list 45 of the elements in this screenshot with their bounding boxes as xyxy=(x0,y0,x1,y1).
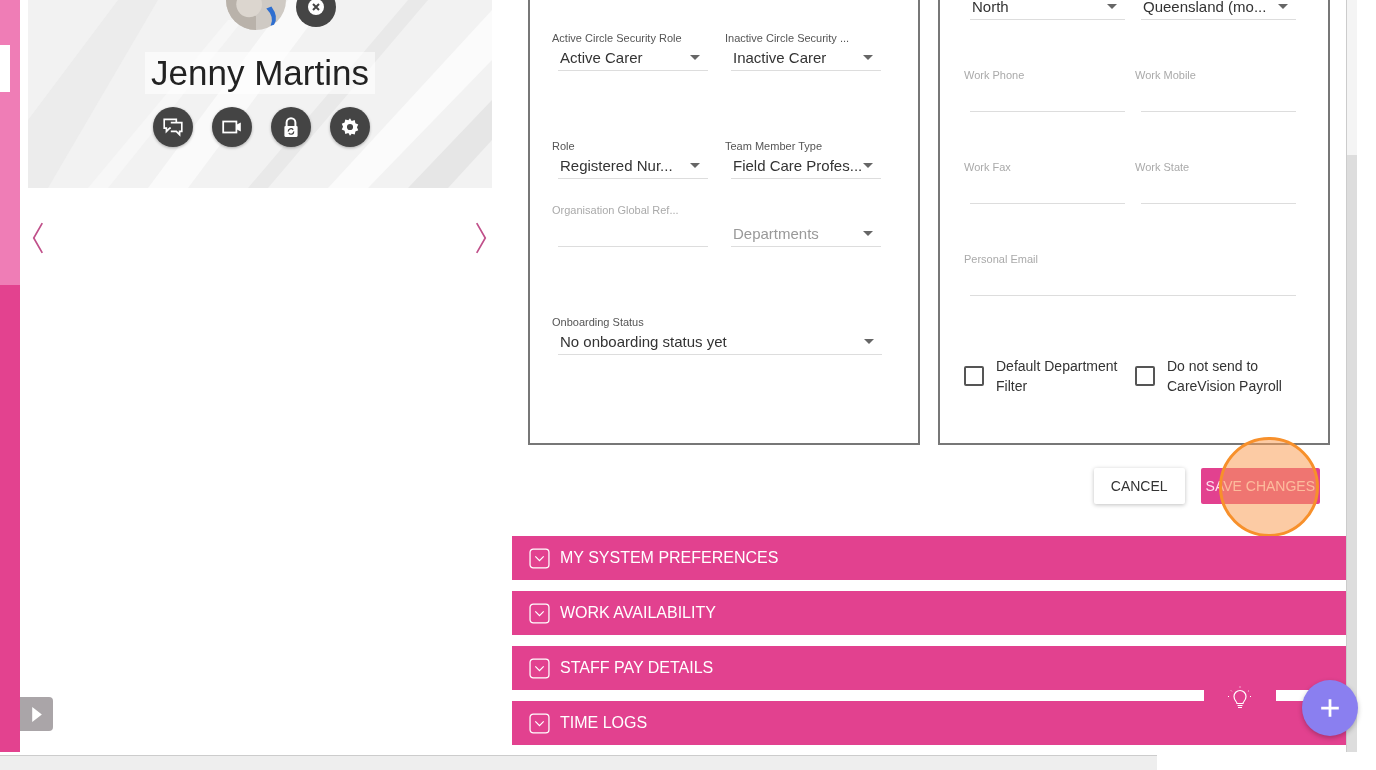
field-label: Active Circle Security Role xyxy=(552,31,683,45)
scrollbar[interactable] xyxy=(1346,0,1357,752)
field-label: Team Member Type xyxy=(725,139,823,153)
caret-icon xyxy=(863,55,873,60)
plus-icon xyxy=(1319,697,1341,719)
section-header[interactable]: WORK AVAILABILITY xyxy=(512,591,1346,635)
checkbox[interactable] xyxy=(964,366,984,386)
checkbox-label: Do not send to CareVision Payroll xyxy=(1167,357,1283,396)
field-label: Personal Email xyxy=(964,252,1039,266)
dropdown[interactable]: Registered Nur... xyxy=(558,153,708,179)
caret-icon xyxy=(690,163,700,168)
dropdown[interactable]: Field Care Profes... xyxy=(731,153,881,179)
caret-icon xyxy=(864,339,874,344)
caret-icon xyxy=(1107,4,1117,9)
caret-icon xyxy=(690,55,700,60)
dropdown[interactable]: No onboarding status yet xyxy=(558,329,882,355)
caret-icon xyxy=(1278,4,1288,9)
dropdown[interactable]: Active Carer xyxy=(558,45,708,71)
field-label: Work State xyxy=(1135,160,1191,174)
checkbox[interactable] xyxy=(1135,366,1155,386)
caret-icon xyxy=(863,163,873,168)
field-label: Onboarding Status xyxy=(552,315,645,329)
chevron-down-icon xyxy=(529,547,550,569)
chevron-down-icon xyxy=(529,602,550,624)
dropdown[interactable]: Queensland (mo... xyxy=(1141,0,1296,20)
section-header[interactable]: TIME LOGS xyxy=(512,701,1346,745)
lightbulb-icon xyxy=(1227,685,1253,709)
field-label: Work Fax xyxy=(964,160,1012,174)
dropdown[interactable]: North xyxy=(970,0,1125,20)
expand-toggle[interactable] xyxy=(20,697,53,731)
dropdown[interactable]: Inactive Carer xyxy=(731,45,881,71)
field-label: Work Phone xyxy=(964,68,1026,82)
field-label: Inactive Circle Security ... xyxy=(725,31,851,45)
section-header[interactable]: STAFF PAY DETAILS xyxy=(512,646,1346,690)
checkbox-label: Default Department Filter xyxy=(996,357,1119,396)
field-label: Role xyxy=(552,139,576,153)
cancel-button[interactable]: CANCEL xyxy=(1093,468,1185,504)
scrollbar[interactable] xyxy=(0,755,1157,770)
field-label: Organisation Global Ref... xyxy=(552,203,680,217)
field-label: Work Mobile xyxy=(1135,68,1197,82)
section-header[interactable]: MY SYSTEM PREFERENCES xyxy=(512,536,1346,580)
chevron-down-icon xyxy=(529,657,550,679)
play-icon xyxy=(31,706,42,722)
chevron-down-icon xyxy=(529,712,550,734)
caret-icon xyxy=(863,231,873,236)
